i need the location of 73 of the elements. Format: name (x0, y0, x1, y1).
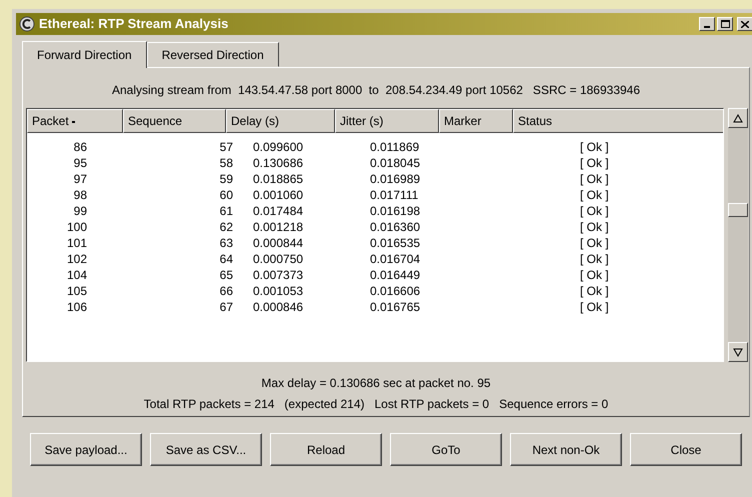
table-cell-text: 0.016989 (370, 171, 422, 188)
dialog-button[interactable]: Save payload... (30, 433, 142, 466)
table-cell-text: [ Ok ] (580, 251, 610, 268)
dialog-button[interactable]: Save as CSV... (150, 433, 262, 466)
table-cell-text: 66 (218, 283, 233, 300)
table-cell-text: 0.017111 (370, 187, 420, 204)
table-cell-text: 0.011869 (370, 139, 420, 156)
table-cell-text: 0.001060 (253, 187, 304, 204)
summary-text: Total RTP packets = 214 (expected 214) Lost RTP packets = 0 Sequence errors = 0 (144, 396, 608, 413)
table-cell-text: [ Ok ] (580, 235, 610, 252)
column-header[interactable]: Marker (439, 109, 513, 133)
table-cell-text: 0.000846 (253, 299, 304, 316)
table-cell-text: [ Ok ] (580, 299, 610, 316)
tab[interactable]: Forward Direction (22, 41, 147, 68)
table-cell-text: 104 (66, 267, 87, 284)
table-cell-text: 65 (218, 267, 233, 284)
table-cell-text: 0.018045 (370, 155, 422, 172)
dialog-button[interactable]: Next non-Ok (510, 433, 622, 466)
table-cell-text: 86 (72, 139, 87, 156)
table-cell-text: 60 (218, 187, 233, 204)
table-cell-text: 0.000844 (253, 235, 304, 252)
table-cell-text: 102 (66, 251, 87, 268)
table-cell-text: 0.099600 (253, 139, 304, 156)
table-cell-text: 62 (218, 219, 233, 236)
column-header[interactable]: Packet (27, 109, 123, 133)
tab[interactable]: Reversed Direction (146, 42, 279, 67)
table-cell-text: 0.016449 (370, 267, 422, 284)
table-cell-text: [ Ok ] (580, 219, 610, 236)
table-cell-text: 0.016198 (370, 203, 422, 220)
table-cell-text: 63 (218, 235, 233, 252)
column-header[interactable]: Sequence (123, 109, 226, 133)
table-cell-text: 97 (72, 171, 87, 188)
table-cell-text: 0.016704 (370, 251, 422, 268)
column-header[interactable]: Status (513, 109, 723, 133)
table-cell-text: 101 (66, 235, 87, 252)
table-cell-text: 0.016765 (370, 299, 422, 316)
stream-info: Analysing stream from 143.54.47.58 port 8000 to 208.54.234.49 port 10562 SSRC = 186933946 (110, 82, 642, 99)
table-cell-text: 0.001053 (253, 283, 304, 300)
table-cell-text: 106 (66, 299, 87, 316)
dialog-button[interactable]: Reload (270, 433, 382, 466)
summary-text: Max delay = 0.130686 sec at packet no. 95 (261, 375, 491, 392)
table-cell-text: 95 (72, 155, 87, 172)
table-cell-text: 0.016360 (370, 219, 422, 236)
table-cell-text: 0.016535 (370, 235, 422, 252)
table-cell-text: 0.018865 (253, 171, 304, 188)
table-cell-text: 0.001218 (253, 219, 304, 236)
table-cell-text: 98 (72, 187, 87, 204)
table-cell-text: 67 (218, 299, 233, 316)
table-cell-text: [ Ok ] (580, 283, 610, 300)
table-cell-text: [ Ok ] (580, 267, 610, 284)
table-cell-text: 99 (72, 203, 87, 220)
table-cell-text: 0.017484 (253, 203, 304, 220)
dialog-button[interactable]: GoTo (390, 433, 502, 466)
column-header[interactable]: Jitter (s) (335, 109, 439, 133)
table-cell-text: 105 (66, 283, 87, 300)
table-cell-text: 0.007373 (253, 267, 304, 284)
window-title: Ethereal: RTP Stream Analysis (39, 15, 228, 34)
column-header[interactable]: Delay (s) (226, 109, 335, 133)
table-cell-text: [ Ok ] (580, 171, 610, 188)
table-cell-text: [ Ok ] (580, 187, 610, 204)
table-cell-text: 59 (218, 171, 233, 188)
table-cell-text: 61 (218, 203, 233, 220)
table-cell-text: 58 (218, 155, 233, 172)
table-cell-text: 0.016606 (370, 283, 422, 300)
table-cell-text: 0.000750 (253, 251, 304, 268)
table-cell-text: [ Ok ] (580, 155, 610, 172)
table-cell-text: 0.130686 (253, 155, 304, 172)
table-cell-text: 100 (66, 219, 87, 236)
dialog-button[interactable]: Close (630, 433, 742, 466)
table-cell-text: [ Ok ] (580, 139, 610, 156)
table-cell-text: [ Ok ] (580, 203, 610, 220)
table-cell-text: 57 (218, 139, 233, 156)
table-cell-text: 64 (218, 251, 233, 268)
